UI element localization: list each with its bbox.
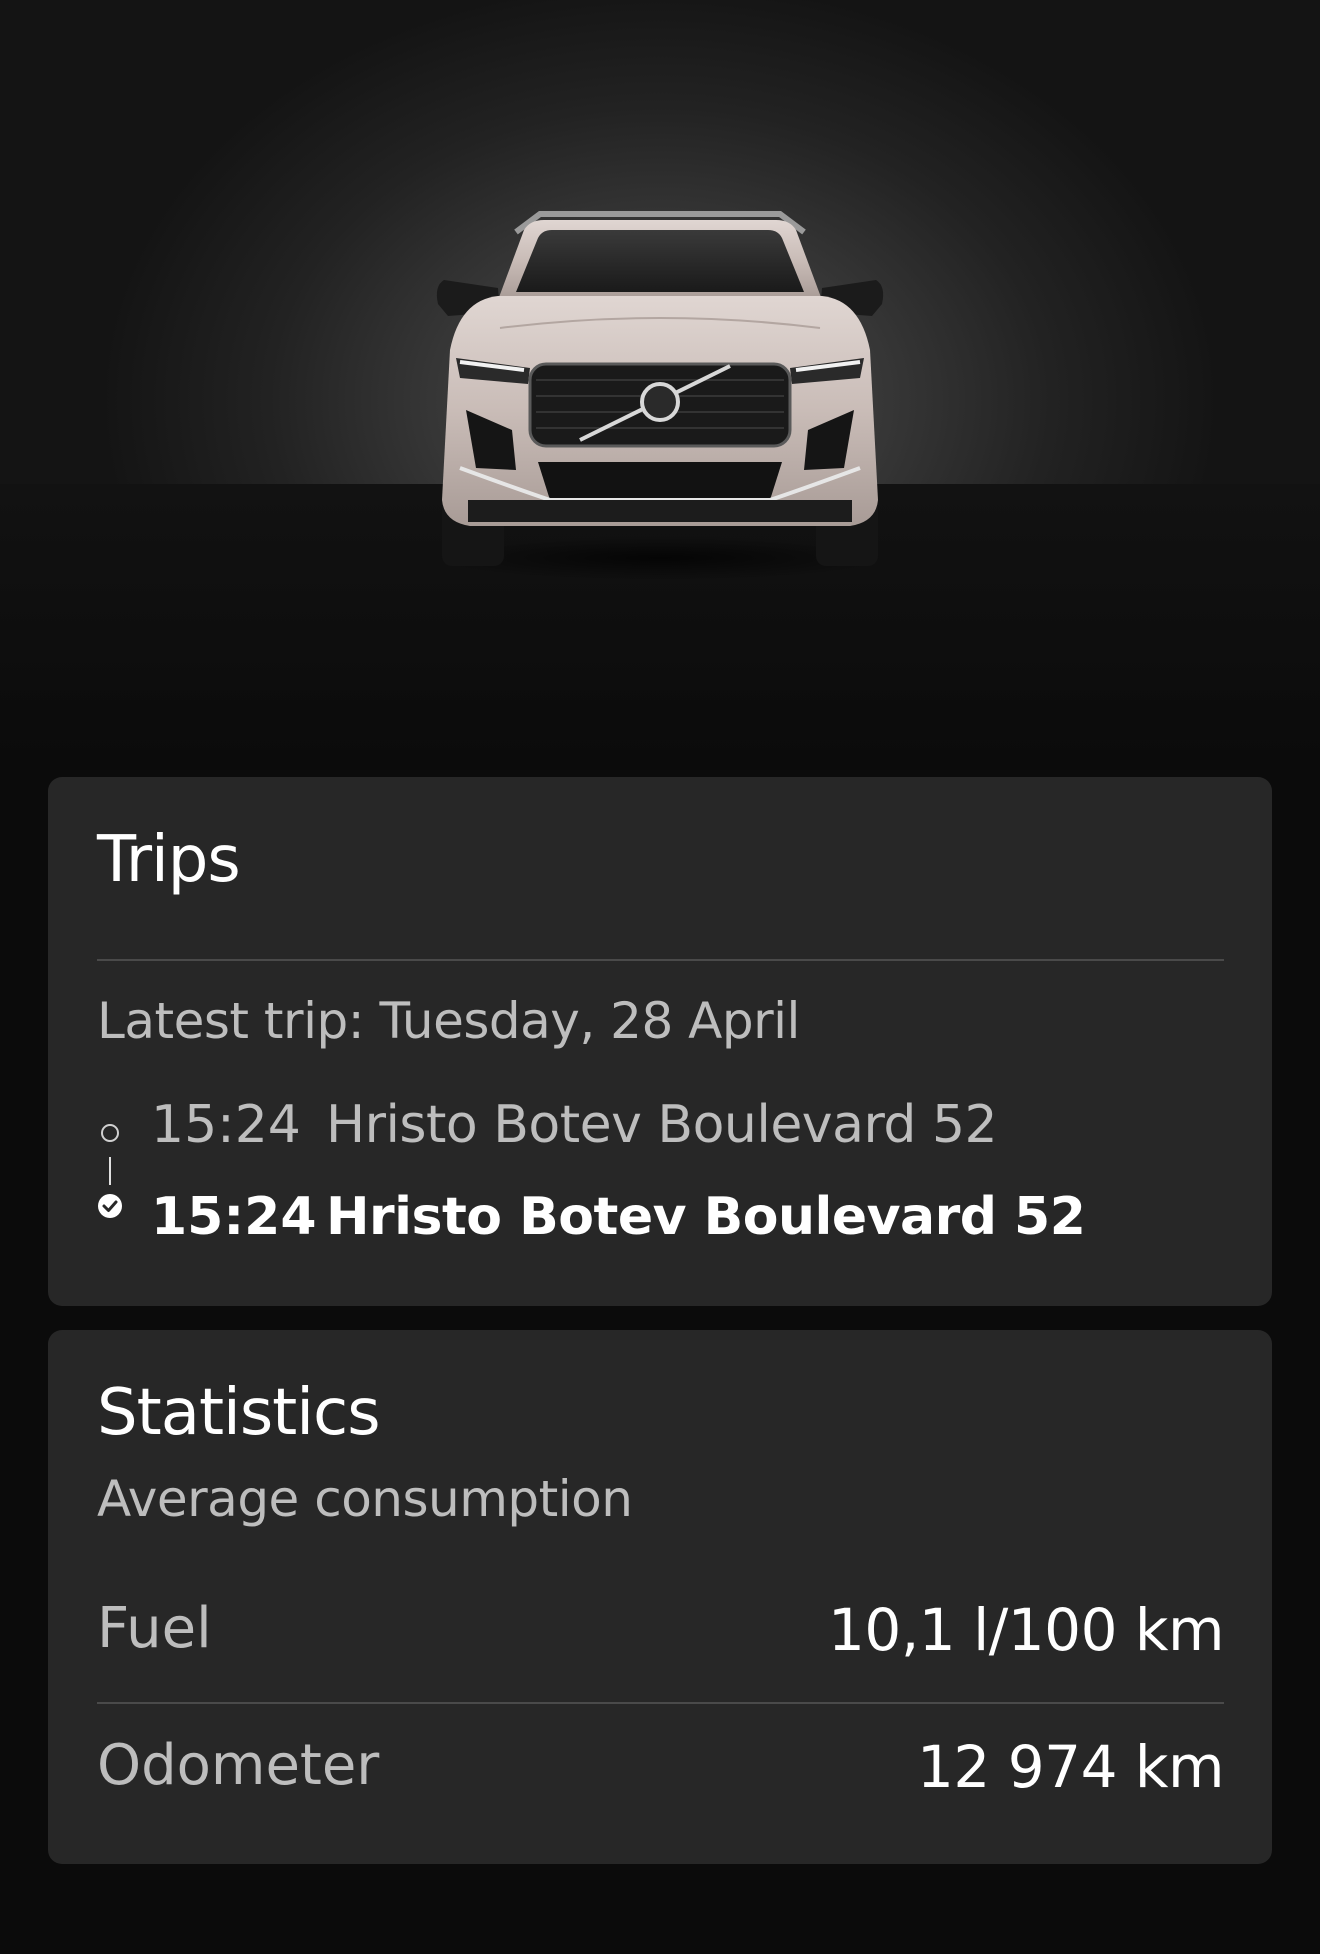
car-hero xyxy=(0,0,1320,760)
stat-row-fuel: Fuel 10,1 l/100 km xyxy=(48,1596,1272,1676)
stat-row-odometer: Odometer 12 974 km xyxy=(48,1733,1272,1813)
vehicle-overview-screen: Trips Latest trip: Tuesday, 28 April 15:… xyxy=(0,0,1320,1954)
trips-divider xyxy=(97,959,1224,961)
stat-fuel-label: Fuel xyxy=(97,1596,212,1661)
statistics-title: Statistics xyxy=(97,1376,381,1450)
trips-title: Trips xyxy=(97,823,241,897)
stat-odometer-label: Odometer xyxy=(97,1733,380,1798)
statistics-divider xyxy=(97,1702,1224,1704)
stat-odometer-value: 12 974 km xyxy=(917,1733,1224,1801)
car-image xyxy=(430,211,890,580)
trip-start-time: 15:24 xyxy=(151,1095,301,1155)
statistics-subtitle: Average consumption xyxy=(97,1470,633,1528)
statistics-card[interactable]: Statistics Average consumption Fuel 10,1… xyxy=(48,1330,1272,1864)
trip-end-time: 15:24 xyxy=(151,1187,317,1247)
trip-end-row: 15:24 Hristo Botev Boulevard 52 xyxy=(48,1187,1272,1257)
trip-end-address: Hristo Botev Boulevard 52 xyxy=(326,1187,1086,1247)
stat-fuel-value: 10,1 l/100 km xyxy=(828,1596,1224,1664)
trip-start-row: 15:24 Hristo Botev Boulevard 52 xyxy=(48,1095,1272,1165)
latest-trip-label: Latest trip: Tuesday, 28 April xyxy=(97,992,800,1050)
trips-card[interactable]: Trips Latest trip: Tuesday, 28 April 15:… xyxy=(48,777,1272,1306)
trip-start-address: Hristo Botev Boulevard 52 xyxy=(326,1095,998,1155)
